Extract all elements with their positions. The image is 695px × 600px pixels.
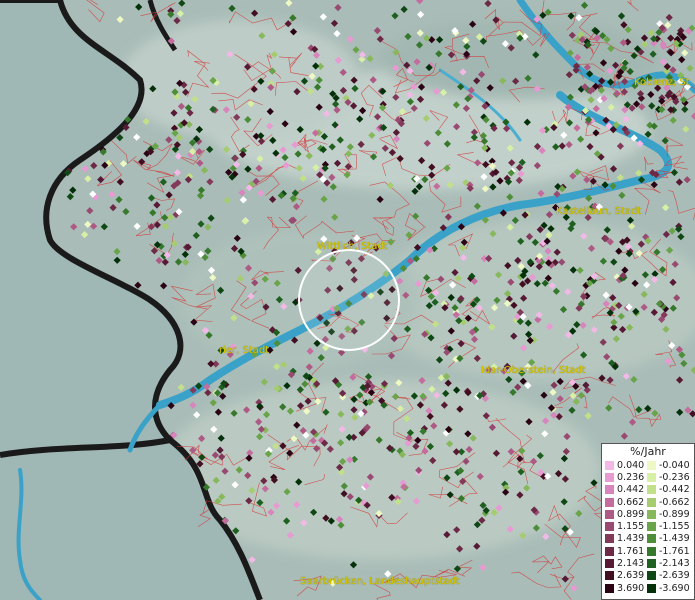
legend-row: 0.899 -0.899 xyxy=(605,508,690,520)
legend-row: 0.662 -0.662 xyxy=(605,496,690,508)
legend-row: 0.040 -0.040 xyxy=(605,459,690,471)
legend-swatch-negative xyxy=(647,534,656,544)
legend-row: 0.236 -0.236 xyxy=(605,471,690,483)
legend-swatch-negative xyxy=(647,509,656,519)
legend-swatch-positive xyxy=(605,546,614,556)
legend-value-positive: 2.143 xyxy=(617,558,645,570)
legend-swatch-negative xyxy=(647,522,656,532)
legend-swatch-positive xyxy=(605,509,614,519)
legend-value-positive: 1.439 xyxy=(617,533,645,545)
legend-value-negative: -3.690 xyxy=(659,582,690,594)
legend-row: 2.639 -2.639 xyxy=(605,570,690,582)
legend-swatch-negative xyxy=(647,497,656,507)
legend-title: %/Jahr xyxy=(630,445,666,458)
city-label-trier: rier, Stadt xyxy=(219,345,270,356)
legend-value-negative: -0.442 xyxy=(659,484,690,496)
legend-value-positive: 1.155 xyxy=(617,521,645,533)
legend-swatch-positive xyxy=(605,472,614,482)
legend-swatch-positive xyxy=(605,534,614,544)
legend-row: 1.761 -1.761 xyxy=(605,545,690,557)
legend-value-negative: -0.662 xyxy=(659,496,690,508)
legend-swatch-negative xyxy=(647,571,656,581)
legend-value-positive: 2.639 xyxy=(617,570,645,582)
legend-row: 3.690 -3.690 xyxy=(605,582,690,594)
legend-swatch-positive xyxy=(605,522,614,532)
legend-swatch-positive xyxy=(605,497,614,507)
legend-swatch-negative xyxy=(647,485,656,495)
legend: %/Jahr 0.040 -0.040 0.236 -0.236 0.442 -0.442… xyxy=(601,443,695,600)
legend-value-negative: -1.439 xyxy=(659,533,690,545)
legend-swatch-positive xyxy=(605,571,614,581)
legend-value-positive: 0.662 xyxy=(617,496,645,508)
legend-value-negative: -0.899 xyxy=(659,508,690,520)
legend-swatch-positive xyxy=(605,583,614,593)
legend-row: 0.442 -0.442 xyxy=(605,484,690,496)
legend-value-positive: 0.899 xyxy=(617,508,645,520)
city-label-koblenz: Koblenz, St xyxy=(634,77,690,88)
selection-circle[interactable] xyxy=(298,249,400,351)
city-label-saarbruecken: Saarbrücken, Landeshauptstadt xyxy=(300,576,460,587)
legend-row: 2.143 -2.143 xyxy=(605,557,690,570)
legend-row: 1.439 -1.439 xyxy=(605,533,690,545)
legend-value-negative: -2.639 xyxy=(659,570,690,582)
legend-value-negative: -0.040 xyxy=(659,459,690,471)
legend-swatch-positive xyxy=(605,559,614,569)
legend-swatch-positive xyxy=(605,460,614,470)
legend-swatch-negative xyxy=(647,546,656,556)
city-label-kastellaun: Kastellaun, Stadt xyxy=(556,206,642,217)
legend-rows: 0.040 -0.040 0.236 -0.236 0.442 -0.442 0.662 -0… xyxy=(605,459,690,594)
legend-value-negative: -1.761 xyxy=(659,545,690,557)
city-label-wittlich: Wittlich, Stadt xyxy=(317,241,388,252)
legend-value-positive: 0.040 xyxy=(617,459,645,471)
map-canvas[interactable] xyxy=(0,0,695,600)
legend-row: 1.155 -1.155 xyxy=(605,520,690,533)
legend-value-negative: -2.143 xyxy=(659,558,690,570)
legend-swatch-negative xyxy=(647,460,656,470)
legend-value-negative: -1.155 xyxy=(659,521,690,533)
city-label-idar-oberstein: Idar-Oberstein, Stadt xyxy=(481,365,586,376)
legend-value-negative: -0.236 xyxy=(659,471,690,483)
legend-swatch-negative xyxy=(647,472,656,482)
legend-swatch-negative xyxy=(647,583,656,593)
legend-value-positive: 1.761 xyxy=(617,545,645,557)
legend-value-positive: 0.442 xyxy=(617,484,645,496)
legend-swatch-positive xyxy=(605,485,614,495)
legend-value-positive: 0.236 xyxy=(617,471,645,483)
legend-value-positive: 3.690 xyxy=(617,582,645,594)
legend-swatch-negative xyxy=(647,559,656,569)
